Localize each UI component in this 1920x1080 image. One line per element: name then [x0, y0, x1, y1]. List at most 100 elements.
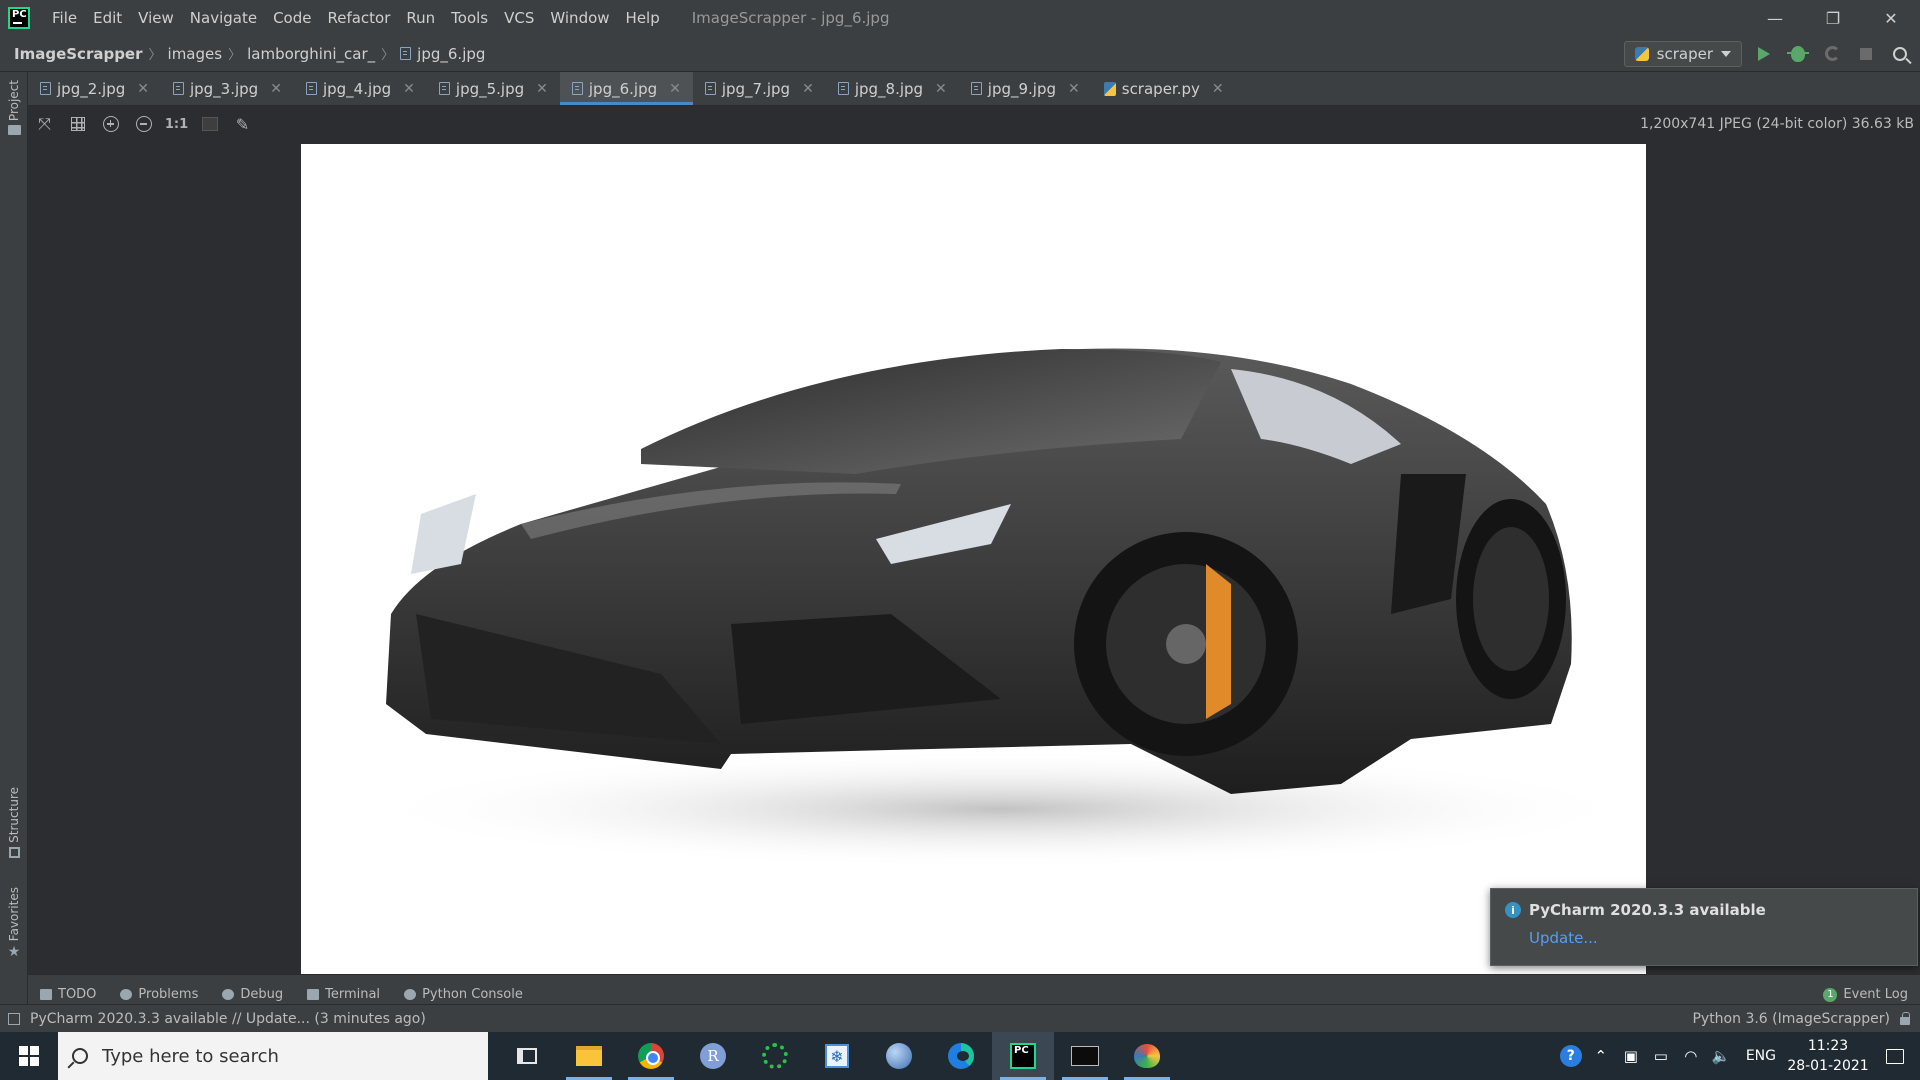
windows-logo-icon: [19, 1046, 39, 1066]
menu-view[interactable]: View: [130, 9, 182, 27]
tab-jpg-6[interactable]: jpg_6.jpg ✕: [559, 72, 693, 105]
update-link[interactable]: Update...: [1529, 929, 1903, 947]
close-window-button[interactable]: ✕: [1862, 0, 1920, 36]
ring-icon: [762, 1043, 788, 1069]
terminal-tool-button[interactable]: Terminal: [295, 987, 392, 1002]
breadcrumb-folder[interactable]: lamborghini_car_: [243, 45, 379, 63]
color-picker-button[interactable]: ✎: [226, 110, 259, 138]
battery-button[interactable]: ▭: [1646, 1032, 1676, 1080]
stop-button[interactable]: [1854, 42, 1878, 66]
stop-icon: [1860, 47, 1872, 60]
chessboard-background-button[interactable]: [193, 110, 226, 138]
close-icon[interactable]: ✕: [1212, 81, 1224, 97]
r-app-button[interactable]: R: [682, 1032, 744, 1080]
close-icon[interactable]: ✕: [137, 81, 149, 97]
tab-jpg-7[interactable]: jpg_7.jpg ✕: [693, 72, 826, 105]
start-button[interactable]: [0, 1032, 58, 1080]
paint-taskbar-button[interactable]: [1116, 1032, 1178, 1080]
structure-tool-tab[interactable]: Structure: [3, 787, 25, 858]
tab-jpg-3[interactable]: jpg_3.jpg ✕: [161, 72, 294, 105]
menu-edit[interactable]: Edit: [85, 9, 130, 27]
toggle-tool-windows-icon[interactable]: [8, 1012, 20, 1025]
left-tool-strip: Project Structure Favorites ★: [0, 72, 28, 1014]
run-button[interactable]: [1752, 42, 1776, 66]
snipping-app-button[interactable]: ❄: [806, 1032, 868, 1080]
python-interpreter[interactable]: Python 3.6 (ImageScrapper): [1692, 1011, 1890, 1027]
restore-button[interactable]: ❐: [1804, 0, 1862, 36]
tab-jpg-2[interactable]: jpg_2.jpg ✕: [28, 72, 161, 105]
breadcrumb-project[interactable]: ImageScrapper: [0, 45, 147, 63]
meet-now-button[interactable]: ▣: [1616, 1032, 1646, 1080]
pycharm-taskbar-button[interactable]: PC: [992, 1032, 1054, 1080]
image-file-icon: [40, 82, 51, 95]
image-file-icon: [172, 82, 184, 95]
update-notification: i PyCharm 2020.3.3 available Update...: [1490, 888, 1918, 966]
close-icon[interactable]: ✕: [536, 81, 548, 97]
minimize-button[interactable]: —: [1746, 0, 1804, 36]
status-message[interactable]: PyCharm 2020.3.3 available // Update... …: [30, 1011, 426, 1027]
lock-icon[interactable]: [1900, 1011, 1910, 1025]
folder-icon: [576, 1046, 602, 1066]
close-icon[interactable]: ✕: [270, 81, 282, 97]
car-image: [301, 144, 1646, 974]
project-tool-tab[interactable]: Project: [3, 80, 25, 136]
terminal-icon: [307, 989, 320, 1000]
battery-icon: ▭: [1653, 1047, 1668, 1065]
show-hidden-icons-button[interactable]: ⌃: [1586, 1032, 1616, 1080]
menu-vcs[interactable]: VCS: [496, 9, 542, 27]
todo-tool-button[interactable]: TODO: [28, 987, 108, 1002]
zoom-out-button[interactable]: [127, 110, 160, 138]
volume-button[interactable]: 🔈: [1706, 1032, 1736, 1080]
close-icon[interactable]: ✕: [403, 81, 415, 97]
event-log-button[interactable]: 1 Event Log: [1811, 987, 1920, 1002]
task-view-button[interactable]: [496, 1032, 558, 1080]
menu-refactor[interactable]: Refactor: [319, 9, 398, 27]
menu-help[interactable]: Help: [618, 9, 668, 27]
menu-navigate[interactable]: Navigate: [182, 9, 265, 27]
run-with-coverage-button[interactable]: [1820, 42, 1844, 66]
close-icon[interactable]: ✕: [935, 81, 947, 97]
network-button[interactable]: ◠: [1676, 1032, 1706, 1080]
input-language[interactable]: ENG: [1736, 1048, 1786, 1064]
menu-run[interactable]: Run: [398, 9, 443, 27]
tab-jpg-4[interactable]: jpg_4.jpg ✕: [294, 72, 427, 105]
menu-code[interactable]: Code: [265, 9, 319, 27]
globe-app-button[interactable]: [868, 1032, 930, 1080]
tab-label: jpg_3.jpg: [189, 79, 259, 98]
favorites-tool-tab[interactable]: Favorites ★: [3, 887, 25, 959]
notification-title: PyCharm 2020.3.3 available: [1529, 901, 1766, 919]
debug-tool-button[interactable]: Debug: [210, 987, 295, 1002]
toggle-grid-button[interactable]: [61, 110, 94, 138]
menu-window[interactable]: Window: [542, 9, 617, 27]
fit-zoom-button[interactable]: ⤧: [28, 110, 61, 138]
tab-jpg-9[interactable]: jpg_9.jpg ✕: [959, 72, 1092, 105]
menu-tools[interactable]: Tools: [443, 9, 496, 27]
ring-app-button[interactable]: [744, 1032, 806, 1080]
action-center-button[interactable]: [1870, 1032, 1920, 1080]
tab-scraper-py[interactable]: scraper.py ✕: [1092, 72, 1236, 105]
help-tray-button[interactable]: ?: [1556, 1032, 1586, 1080]
run-configuration-dropdown[interactable]: scraper: [1623, 40, 1742, 67]
run-config-label: scraper: [1656, 44, 1713, 63]
actual-size-button[interactable]: 1:1: [160, 110, 193, 138]
debug-button[interactable]: [1786, 42, 1810, 66]
tab-jpg-8[interactable]: jpg_8.jpg ✕: [826, 72, 959, 105]
close-icon[interactable]: ✕: [669, 81, 681, 97]
python-console-tool-button[interactable]: Python Console: [392, 987, 535, 1002]
edge-button[interactable]: [930, 1032, 992, 1080]
breadcrumb-file[interactable]: jpg_6.jpg: [396, 45, 489, 63]
pycharm-logo-icon[interactable]: PC: [8, 7, 30, 29]
zoom-in-button[interactable]: [94, 110, 127, 138]
breadcrumb-images[interactable]: images: [164, 45, 227, 63]
menu-file[interactable]: File: [44, 9, 85, 27]
close-icon[interactable]: ✕: [802, 81, 814, 97]
tab-jpg-5[interactable]: jpg_5.jpg ✕: [427, 72, 560, 105]
close-icon[interactable]: ✕: [1068, 81, 1080, 97]
terminal-taskbar-button[interactable]: [1054, 1032, 1116, 1080]
chrome-button[interactable]: [620, 1032, 682, 1080]
file-explorer-button[interactable]: [558, 1032, 620, 1080]
taskbar-search-box[interactable]: Type here to search: [58, 1032, 488, 1080]
search-everywhere-button[interactable]: [1888, 42, 1912, 66]
problems-tool-button[interactable]: Problems: [108, 987, 210, 1002]
clock[interactable]: 11:23 28-01-2021: [1786, 1036, 1870, 1076]
